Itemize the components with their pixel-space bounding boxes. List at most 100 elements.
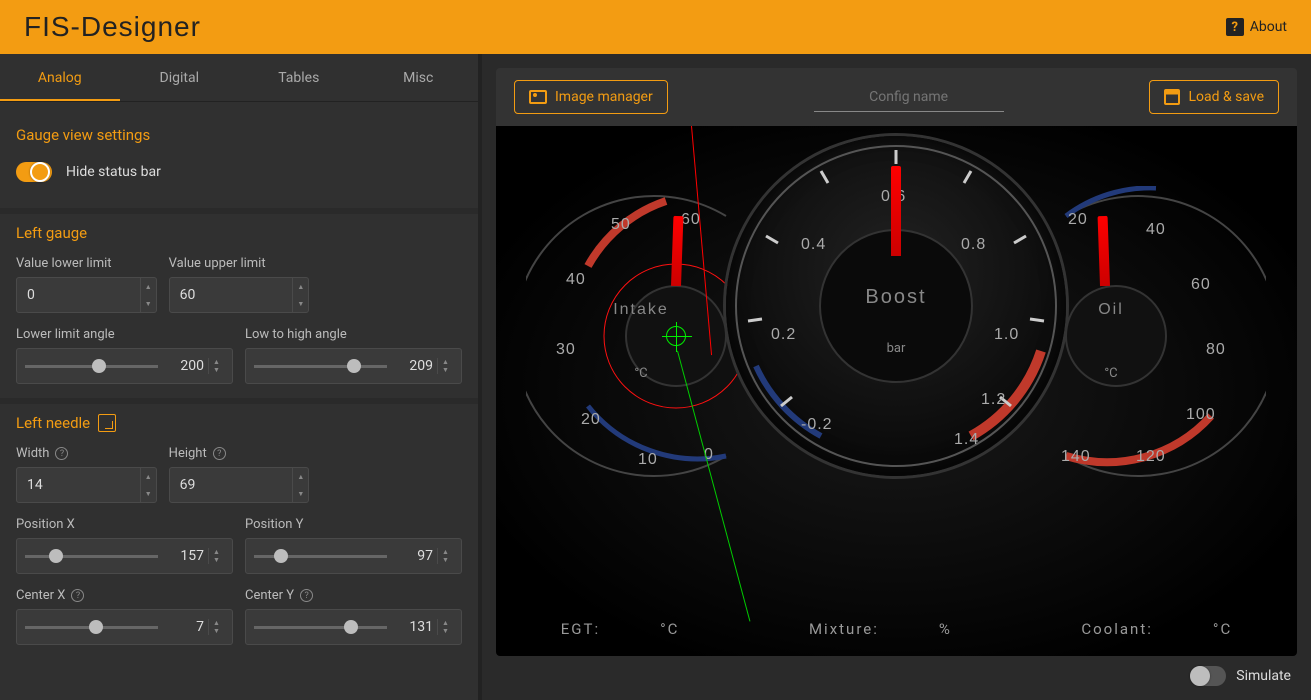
tick-label: 20 (1068, 211, 1088, 229)
help-icon[interactable]: ? (300, 589, 313, 602)
width-label: Width? (16, 446, 157, 461)
posy-input[interactable]: 97 ▲▼ (245, 538, 462, 574)
value-upper-label: Value upper limit (169, 256, 310, 271)
low-high-value: 209 (397, 358, 433, 374)
height-input[interactable]: ▲▼ (169, 467, 310, 503)
needle-center (891, 166, 901, 256)
spin-down-icon[interactable]: ▼ (141, 485, 156, 502)
value-lower-input[interactable]: ▲▼ (16, 277, 157, 313)
tick-label: 30 (556, 341, 576, 359)
lower-angle-input[interactable]: 200 ▲▼ (16, 348, 233, 384)
settings-panel[interactable]: Gauge view settings Hide status bar Left… (0, 102, 478, 700)
value-lower-field[interactable] (17, 278, 140, 312)
spin-down-icon[interactable]: ▼ (438, 556, 453, 564)
tick-label: 120 (1136, 448, 1166, 466)
section-left-needle-title: Left needle (16, 414, 462, 432)
mixture-unit: % (939, 620, 952, 638)
spin-down-icon[interactable]: ▼ (438, 627, 453, 635)
slider-thumb[interactable] (347, 359, 361, 373)
spin-up-icon[interactable]: ▲ (209, 619, 224, 627)
tick-label: 40 (566, 271, 586, 289)
tick-label: 1.2 (981, 391, 1006, 409)
spin-up-icon[interactable]: ▲ (141, 468, 156, 485)
gauge-right: 20 40 60 80 100 120 140 Oil °C (1036, 186, 1266, 486)
about-button[interactable]: ? About (1226, 18, 1287, 36)
height-field[interactable] (170, 468, 293, 502)
posy-label: Position Y (245, 517, 462, 532)
spin-down-icon[interactable]: ▼ (293, 485, 308, 502)
simulate-toggle[interactable] (1190, 666, 1226, 686)
crosshair-icon (666, 326, 686, 346)
left-needle-title-text: Left needle (16, 414, 90, 432)
tick-label: 50 (611, 216, 631, 234)
spin-up-icon[interactable]: ▲ (209, 358, 224, 366)
spin-down-icon[interactable]: ▼ (209, 627, 224, 635)
low-high-input[interactable]: 209 ▲▼ (245, 348, 462, 384)
gauge-preview[interactable]: 0 10 20 30 40 50 60 Intake °C (496, 126, 1297, 656)
spin-up-icon[interactable]: ▲ (293, 468, 308, 485)
lower-angle-value: 200 (168, 358, 204, 374)
value-upper-field[interactable] (170, 278, 293, 312)
hide-status-bar-label: Hide status bar (66, 164, 161, 180)
tab-misc[interactable]: Misc (359, 54, 479, 101)
posy-value: 97 (397, 548, 433, 564)
tab-digital[interactable]: Digital (120, 54, 240, 101)
tab-tables[interactable]: Tables (239, 54, 359, 101)
spin-down-icon[interactable]: ▼ (209, 556, 224, 564)
slider-thumb[interactable] (49, 549, 63, 563)
value-upper-input[interactable]: ▲▼ (169, 277, 310, 313)
config-name-input[interactable] (814, 83, 1004, 112)
spin-up-icon[interactable]: ▲ (141, 278, 156, 295)
slider-thumb[interactable] (89, 620, 103, 634)
posx-label: Position X (16, 517, 233, 532)
centerx-input[interactable]: 7 ▲▼ (16, 609, 233, 645)
spin-down-icon[interactable]: ▼ (141, 295, 156, 312)
centery-label: Center Y? (245, 588, 462, 603)
egt-label: EGT: (561, 620, 600, 638)
width-field[interactable] (17, 468, 140, 502)
value-lower-label: Value lower limit (16, 256, 157, 271)
hide-status-bar-toggle[interactable] (16, 162, 52, 182)
centery-value: 131 (397, 619, 433, 635)
about-label: About (1250, 19, 1287, 35)
centery-input[interactable]: 131 ▲▼ (245, 609, 462, 645)
section-gauge-view-title: Gauge view settings (16, 126, 462, 144)
load-save-button[interactable]: Load & save (1149, 80, 1279, 114)
image-manager-button[interactable]: Image manager (514, 80, 668, 114)
spin-up-icon[interactable]: ▲ (438, 548, 453, 556)
slider-thumb[interactable] (344, 620, 358, 634)
gauge-left-label: Intake (526, 301, 756, 319)
app-title: FIS-Designer (24, 11, 201, 43)
bottom-readouts: EGT:°C Mixture:% Coolant:°C (496, 620, 1297, 638)
egt-unit: °C (660, 620, 679, 638)
sidebar: Analog Digital Tables Misc Gauge view se… (0, 54, 482, 700)
spin-up-icon[interactable]: ▲ (209, 548, 224, 556)
spin-down-icon[interactable]: ▼ (438, 366, 453, 374)
help-icon[interactable]: ? (213, 447, 226, 460)
tick-label: 100 (1186, 406, 1216, 424)
tick-label: 1.4 (954, 431, 979, 449)
spin-up-icon[interactable]: ▲ (438, 358, 453, 366)
expand-icon[interactable] (98, 414, 116, 432)
spin-down-icon[interactable]: ▼ (293, 295, 308, 312)
slider-thumb[interactable] (274, 549, 288, 563)
slider-thumb[interactable] (92, 359, 106, 373)
width-input[interactable]: ▲▼ (16, 467, 157, 503)
help-icon[interactable]: ? (55, 447, 68, 460)
spin-down-icon[interactable]: ▼ (209, 366, 224, 374)
gauge-left-unit: °C (526, 366, 756, 381)
posx-input[interactable]: 157 ▲▼ (16, 538, 233, 574)
posx-value: 157 (168, 548, 204, 564)
image-icon (529, 90, 547, 104)
save-icon (1164, 89, 1180, 105)
tick-label: 0.8 (961, 236, 986, 254)
spin-up-icon[interactable]: ▲ (438, 619, 453, 627)
help-icon[interactable]: ? (71, 589, 84, 602)
low-high-label: Low to high angle (245, 327, 462, 342)
coolant-unit: °C (1213, 620, 1232, 638)
height-label: Height? (169, 446, 310, 461)
spin-up-icon[interactable]: ▲ (293, 278, 308, 295)
tick-label: 10 (638, 451, 658, 469)
tab-analog[interactable]: Analog (0, 54, 120, 101)
tabs: Analog Digital Tables Misc (0, 54, 478, 102)
